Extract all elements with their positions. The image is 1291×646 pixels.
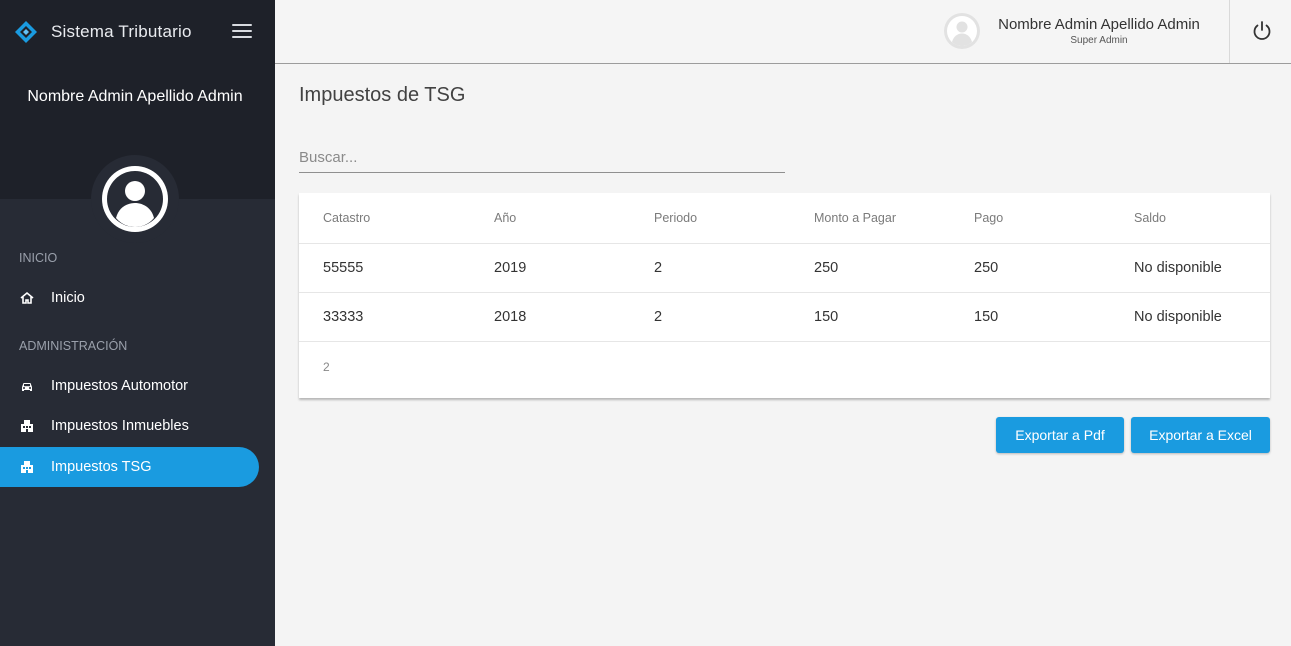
sidebar-item-label: Impuestos TSG [51,459,152,475]
cell-pago: 250 [974,260,999,276]
app-logo-icon [15,21,37,43]
brand[interactable]: Sistema Tributario [14,20,192,44]
sidebar-item-label: Inicio [51,290,85,306]
sidebar-item-label: Impuestos Inmuebles [51,418,189,434]
sidebar-item-label: Impuestos Automotor [51,378,189,394]
building-icon [20,460,34,474]
page-title: Impuestos de TSG [299,84,466,106]
header-user-role: Super Admin [1070,35,1128,46]
cell-monto: 250 [814,260,839,276]
nav-section-administracion: ADMINISTRACIÓN [19,339,128,353]
header-user-name: Nombre Admin Apellido Admin [998,16,1200,33]
cell-saldo: No disponible [1134,309,1222,325]
sidebar-user-name: Nombre Admin Apellido Admin [27,88,243,105]
table-header-row: Catastro Año Periodo Monto a Pagar Pago … [299,193,1270,244]
export-excel-button[interactable]: Exportar a Excel [1131,417,1270,453]
cell-catastro: 55555 [323,260,364,276]
search-input[interactable] [299,143,785,173]
nav-section-inicio: INICIO [19,251,58,265]
cell-periodo: 2 [654,260,663,276]
cell-ano: 2018 [494,309,527,325]
sidebar-item-impuestos-tsg[interactable]: Impuestos TSG [0,447,259,487]
menu-toggle-icon[interactable] [232,24,252,39]
sidebar-item-impuestos-automotor[interactable]: Impuestos Automotor [0,366,259,406]
sidebar-item-impuestos-inmuebles[interactable]: Impuestos Inmuebles [0,406,259,446]
table-row[interactable]: 55555 2019 2 250 250 No disponible [299,244,1270,293]
cell-ano: 2019 [494,260,527,276]
export-pdf-button[interactable]: Exportar a Pdf [996,417,1124,453]
data-table: Catastro Año Periodo Monto a Pagar Pago … [299,193,1270,398]
user-avatar-icon [102,166,168,232]
sidebar-item-inicio[interactable]: Inicio [0,278,259,318]
building-icon [20,419,34,433]
cell-catastro: 33333 [323,309,364,325]
table-row[interactable]: 33333 2018 2 150 150 No disponible [299,293,1270,342]
column-header-periodo[interactable]: Periodo [654,193,697,243]
header-divider [1229,0,1230,63]
power-icon[interactable] [1251,20,1273,42]
column-header-monto[interactable]: Monto a Pagar [814,193,896,243]
top-header: Nombre Admin Apellido Admin Super Admin [275,0,1291,64]
car-icon [20,379,34,393]
sidebar-avatar [91,155,179,243]
home-icon [20,291,34,305]
column-header-catastro[interactable]: Catastro [323,193,370,243]
cell-saldo: No disponible [1134,260,1222,276]
sidebar: Sistema Tributario Nombre Admin Apellido… [0,0,275,646]
app-title: Sistema Tributario [51,22,192,41]
column-header-pago[interactable]: Pago [974,193,1003,243]
table-footer-count: 2 [323,360,330,374]
column-header-ano[interactable]: Año [494,193,516,243]
cell-pago: 150 [974,309,999,325]
column-header-saldo[interactable]: Saldo [1134,193,1166,243]
cell-periodo: 2 [654,309,663,325]
cell-monto: 150 [814,309,839,325]
